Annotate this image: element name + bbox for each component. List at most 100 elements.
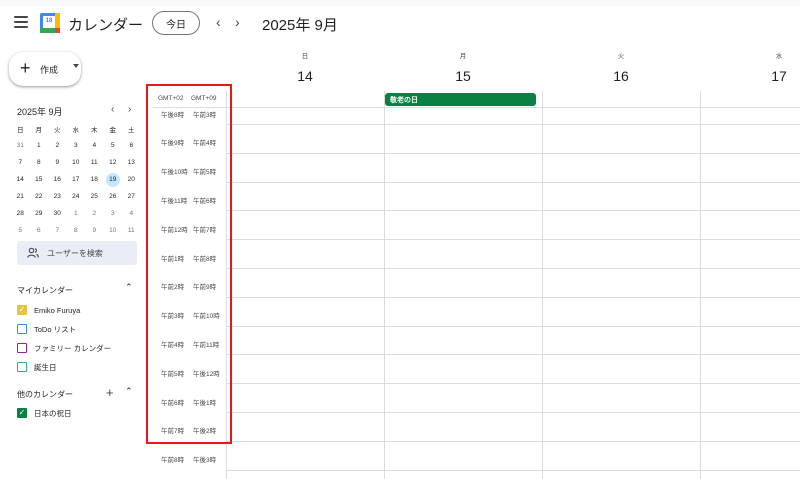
day-of-week-label: 月 [459,53,467,60]
other-calendar-item[interactable]: ✓ 日本の祝日 [17,406,72,420]
checkbox-icon[interactable]: ✓ [17,408,27,418]
checkbox-icon[interactable] [17,324,27,334]
day-header[interactable]: 日 14 [226,44,384,92]
mini-day-cell[interactable]: 22 [30,188,49,205]
my-calendar-item[interactable]: ✓ Emiko Furuya [17,303,80,317]
time-label-primary: 午後11時 [161,197,188,205]
mini-weekday-label: 日 [17,126,24,134]
checkbox-icon[interactable]: ✓ [17,305,27,315]
my-calendar-item[interactable]: 誕生日 [17,360,57,374]
mini-day-cell[interactable]: 8 [67,222,86,239]
people-search-button[interactable]: ユーザーを検索 [17,241,137,265]
checkbox-icon[interactable] [17,343,27,353]
day-number[interactable]: 14 [226,68,384,84]
time-label-primary: 午前6時 [161,399,185,407]
my-calendar-label: 誕生日 [34,362,57,372]
caret-down-icon [73,64,79,68]
mini-day-cell[interactable]: 16 [48,171,67,188]
my-calendar-label: ToDo リスト [34,324,77,334]
mini-day-cell[interactable]: 3 [67,137,86,154]
today-button[interactable]: 今日 [152,11,200,35]
mini-day-cell[interactable]: 6 [122,137,141,154]
hour-gridline [226,152,800,154]
period-title: 2025年 9月 [262,17,338,34]
mini-day-cell[interactable]: 1 [67,205,86,222]
next-week-icon[interactable]: › [235,14,240,30]
mini-prev-month-icon[interactable]: ‹ [111,104,114,115]
mini-day-cell[interactable]: 3 [104,205,123,222]
create-button[interactable]: + 作成 [9,52,81,86]
day-header[interactable]: 月 15 [384,44,542,92]
day-of-week-label: 火 [617,53,625,60]
mini-day-cell[interactable]: 13 [122,154,141,171]
mini-day-cell[interactable]: 11 [122,222,141,239]
time-label-secondary: 午後3時 [193,457,217,465]
mini-day-cell[interactable]: 27 [122,188,141,205]
mini-day-cell[interactable]: 17 [67,171,86,188]
sidebar: + 作成 2025年 9月 ‹ › 日月火水木金土 31 1 2 3 4 5 6 7 8 9 10 11… [0,44,150,479]
mini-day-cell[interactable]: 23 [48,188,67,205]
day-header[interactable]: 水 17 [700,44,800,92]
collapse-other-calendars-icon[interactable]: ⌃ [125,386,133,397]
mini-day-cell[interactable]: 6 [30,222,49,239]
mini-day-cell[interactable]: 7 [48,222,67,239]
hour-gridline [226,440,800,442]
time-label-primary: 午前2時 [161,284,185,292]
add-other-calendar-icon[interactable]: + [106,386,114,399]
mini-day-cell[interactable]: 28 [11,205,30,222]
mini-day-cell[interactable]: 12 [104,154,123,171]
mini-day-cell[interactable]: 29 [30,205,49,222]
mini-day-cell[interactable]: 10 [104,222,123,239]
mini-day-cell[interactable]: 21 [11,188,30,205]
mini-day-cell[interactable]: 18 [85,171,104,188]
mini-weekday-label: 火 [54,126,61,134]
day-number[interactable]: 17 [700,68,800,84]
collapse-my-calendars-icon[interactable]: ⌃ [125,282,133,293]
week-view: GMT+02 GMT+09 敬老の日 日 14 月 15 火 16 水 17 午後8時 午前3時午… [153,44,800,479]
mini-day-cell[interactable]: 14 [11,171,30,188]
checkbox-icon[interactable] [17,362,27,372]
mini-day-cell[interactable]: 4 [85,137,104,154]
mini-day-cell[interactable]: 1 [30,137,49,154]
mini-day-cell[interactable]: 10 [67,154,86,171]
holiday-event[interactable]: 敬老の日 [385,93,536,106]
mini-day-cell[interactable]: 7 [11,154,30,171]
mini-day-cell[interactable]: 8 [30,154,49,171]
mini-weekday-label: 金 [109,126,117,134]
mini-day-cell[interactable]: 19 [104,171,123,188]
mini-day-cell[interactable]: 9 [85,222,104,239]
mini-day-cell[interactable]: 9 [48,154,67,171]
mini-day-cell[interactable]: 31 [11,137,30,154]
time-label-primary: 午前3時 [161,313,185,321]
my-calendar-item[interactable]: ファミリー カレンダー [17,341,111,355]
day-number[interactable]: 15 [384,68,542,84]
logo-day: 18 [45,18,53,24]
mini-day-cell[interactable]: 2 [48,137,67,154]
prev-week-icon[interactable]: ‹ [216,14,221,30]
hour-gridline [226,124,800,125]
my-calendar-item[interactable]: ToDo リスト [17,322,76,336]
day-number[interactable]: 16 [542,68,700,84]
time-label-primary: 午後10時 [161,169,188,177]
mini-day-cell[interactable]: 24 [67,188,86,205]
day-header[interactable]: 火 16 [542,44,700,92]
mini-day-cell[interactable]: 5 [11,222,30,239]
mini-day-cell[interactable]: 20 [122,171,141,188]
my-calendars-heading[interactable]: マイカレンダー [17,285,73,296]
hour-gridline [226,469,800,471]
mini-day-cell[interactable]: 5 [104,137,123,154]
mini-next-month-icon[interactable]: › [128,104,131,115]
mini-day-cell[interactable]: 4 [122,205,141,222]
app-title: カレンダー [68,17,144,34]
other-calendar-label: 日本の祝日 [34,408,72,418]
mini-day-cell[interactable]: 11 [85,154,104,171]
calendar-logo-icon[interactable]: 18 [40,13,60,33]
mini-day-cell[interactable]: 25 [85,188,104,205]
mini-day-cell[interactable]: 15 [30,171,49,188]
hour-gridline [226,210,800,212]
mini-day-cell[interactable]: 2 [85,205,104,222]
mini-day-cell[interactable]: 26 [104,188,123,205]
other-calendars-heading[interactable]: 他のカレンダー [17,389,73,400]
main-menu-icon[interactable] [14,16,28,28]
mini-day-cell[interactable]: 30 [48,205,67,222]
